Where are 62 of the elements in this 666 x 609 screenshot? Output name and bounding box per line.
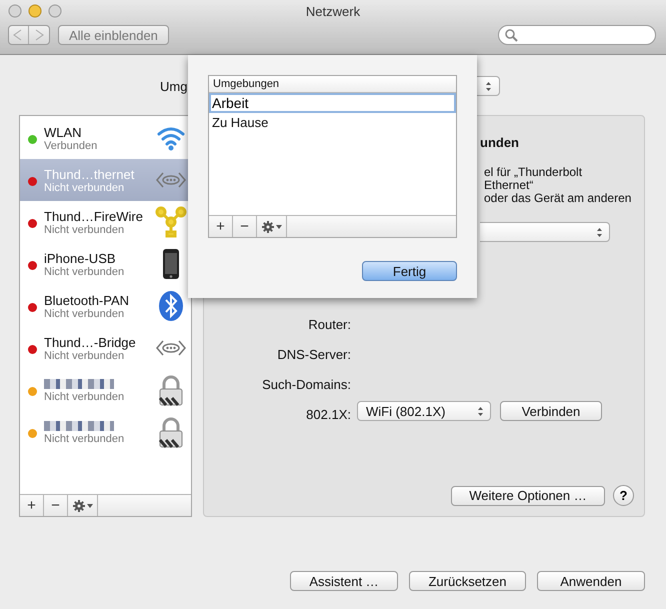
status-heading: unden [479,135,520,150]
column-header: Umgebungen [209,76,456,93]
remove-button[interactable]: − [44,495,68,516]
updown-arrows-icon [477,406,484,416]
service-item[interactable]: Thund…-Bridge Nicht verbunden [20,327,191,369]
service-status: Nicht verbunden [44,266,126,278]
service-item[interactable]: Bluetooth-PAN Nicht verbunden [20,285,191,327]
remove-button[interactable]: − [233,216,257,237]
field-label: Such-Domains: [261,376,352,392]
service-name: Thund…-Bridge [44,334,137,350]
back-icon[interactable] [13,29,22,41]
service-item[interactable]: Nicht verbunden [20,369,191,411]
security-popup[interactable]: WiFi (802.1X) [357,401,491,421]
action-button[interactable]: Assistent … [290,571,398,591]
show-all-button[interactable]: Alle einblenden [58,25,169,45]
service-status: Nicht verbunden [44,350,125,362]
action-button[interactable]: Zurücksetzen [409,571,526,591]
gear-icon[interactable] [72,498,94,512]
add-button[interactable]: + [20,495,44,516]
location-label: Umg [160,78,188,94]
location-item[interactable]: Zu Hause [209,113,456,132]
forward-icon[interactable] [35,29,44,41]
service-status: Verbunden [44,140,98,152]
configure-popup[interactable] [480,222,610,242]
back-forward-buttons[interactable] [8,25,50,45]
help-button[interactable]: ? [613,485,634,506]
service-name: WLAN [44,124,83,140]
service-name: iPhone-USB [44,250,117,266]
pixelated-name [44,379,114,389]
service-item[interactable]: WLAN Verbunden [20,117,191,159]
service-item[interactable]: iPhone-USB Nicht verbunden [20,243,191,285]
pixelated-name [44,421,114,431]
firewire-icon [155,206,187,238]
updown-arrows-icon [484,80,492,92]
search-icon [505,28,518,42]
service-name: Thund…FireWire [44,208,144,224]
connect-button[interactable]: Verbinden [500,401,602,421]
updown-arrows-icon [596,226,603,238]
service-name: Thund…thernet [44,166,136,182]
field-label: DNS-Server: [276,346,352,362]
field-label: Router: [307,316,352,332]
description-text: oder das Gerät am anderen [484,192,632,205]
service-name: Bluetooth-PAN [44,292,130,308]
done-button[interactable]: Fertig [362,261,457,281]
more-options-button[interactable]: Weitere Optionen … [451,486,605,506]
service-status: Nicht verbunden [44,391,126,403]
service-item[interactable]: Thund…FireWire Nicht verbunden [20,201,191,243]
action-button[interactable]: Anwenden [537,571,645,591]
search-field[interactable] [498,25,656,45]
add-button[interactable]: + [209,216,233,237]
service-status: Nicht verbunden [44,182,126,194]
popup-value: WiFi (802.1X) [366,404,446,418]
name-input-field[interactable]: Arbeit [209,93,456,113]
field-label: 802.1X: [305,406,352,422]
location-popup[interactable] [477,76,500,96]
window-controls-icon[interactable] [8,4,62,18]
service-item[interactable]: Nicht verbunden [20,411,191,453]
window-title: Netzwerk [304,4,362,18]
gear-icon[interactable] [260,220,282,234]
service-status: Nicht verbunden [44,308,126,320]
service-status: Nicht verbunden [44,224,126,236]
service-status: Nicht verbunden [44,433,126,445]
